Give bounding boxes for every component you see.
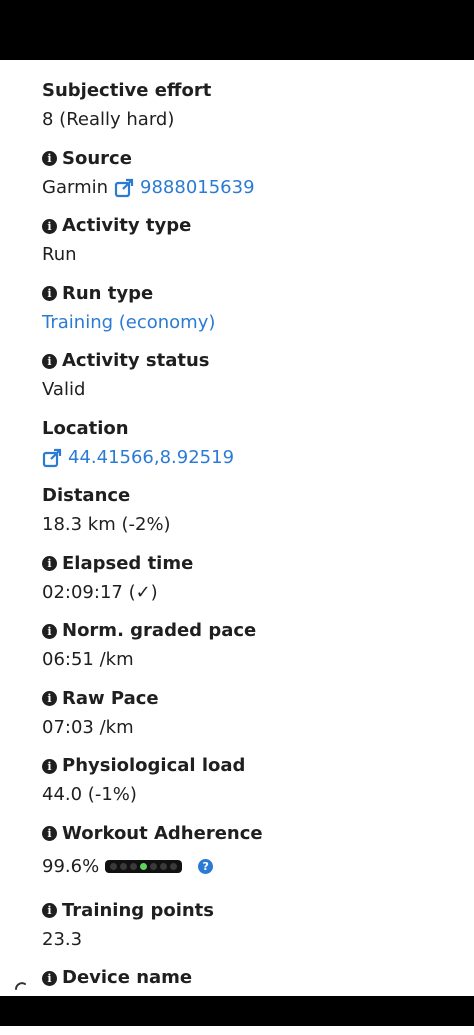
info-icon[interactable]: i — [42, 691, 57, 706]
field-label: Elapsed time — [62, 552, 194, 574]
field-label: Training points — [62, 899, 214, 921]
source-name: Garmin — [42, 176, 109, 198]
field-raw-pace: i Raw Pace 07:03 /km — [42, 688, 462, 756]
field-value: 06:51 /km — [42, 649, 134, 670]
field-norm-graded-pace: i Norm. graded pace 06:51 /km — [42, 620, 462, 688]
field-subjective-effort: Subjective effort 8 (Really hard) — [42, 80, 462, 148]
field-label: Norm. graded pace — [62, 620, 257, 641]
field-label: Run type — [62, 282, 154, 304]
indicator-dot — [110, 863, 118, 870]
field-value: Run — [42, 244, 77, 265]
field-value: 07:03 /km — [42, 716, 134, 738]
field-label: Subjective effort — [42, 80, 212, 101]
field-value: 44.0 (-1%) — [42, 784, 137, 805]
field-activity-type: i Activity type Run — [42, 215, 462, 283]
field-label: Raw Pace — [62, 687, 159, 709]
field-training-points: i Training points 23.3 — [42, 900, 462, 968]
run-type-link[interactable]: Training (economy) — [42, 311, 462, 335]
external-link-icon[interactable] — [114, 178, 134, 198]
info-icon[interactable]: i — [42, 151, 57, 166]
field-label: Physiological load — [62, 755, 246, 776]
indicator-dot — [150, 863, 158, 870]
activity-details: Subjective effort 8 (Really hard) i Sour… — [42, 80, 462, 1035]
field-label: Source — [62, 147, 132, 169]
field-label: Activity status — [62, 350, 210, 371]
info-icon[interactable]: i — [42, 826, 57, 841]
field-workout-adherence: i Workout Adherence 99.6% ? — [42, 823, 462, 900]
field-value: 8 (Really hard) — [42, 109, 175, 130]
field-run-type: i Run type Training (economy) — [42, 283, 462, 351]
adherence-indicator — [105, 860, 183, 873]
indicator-dot — [120, 863, 128, 870]
field-label: Device name — [62, 967, 193, 988]
field-value: 99.6% — [42, 855, 100, 877]
field-label: Activity type — [62, 215, 192, 236]
help-icon[interactable]: ? — [198, 859, 214, 874]
info-icon[interactable]: i — [42, 218, 57, 234]
field-label: Distance — [42, 485, 131, 506]
navigation-bar — [0, 996, 474, 1026]
field-label: Workout Adherence — [62, 822, 263, 844]
source-link[interactable]: 9888015639 — [140, 176, 255, 200]
info-icon[interactable]: i — [42, 903, 57, 918]
field-physiological-load: i Physiological load 44.0 (-1%) — [42, 755, 462, 823]
indicator-dot — [160, 863, 168, 870]
field-value: 18.3 km (-2%) — [42, 514, 171, 535]
info-icon[interactable]: i — [42, 353, 57, 369]
indicator-dot — [170, 863, 178, 870]
external-link-icon[interactable] — [42, 448, 62, 468]
info-icon[interactable]: i — [42, 758, 57, 774]
indicator-dot — [130, 863, 138, 870]
info-icon[interactable]: i — [42, 623, 57, 639]
field-source: i Source Garmin 9888015639 — [42, 148, 462, 216]
field-value: Valid — [42, 379, 86, 400]
info-icon[interactable]: i — [42, 556, 57, 571]
field-label: Location — [42, 417, 129, 439]
info-icon[interactable]: i — [42, 286, 57, 301]
field-distance: Distance 18.3 km (-2%) — [42, 485, 462, 553]
field-elapsed-time: i Elapsed time 02:09:17 (✓) — [42, 553, 462, 621]
field-value: 23.3 — [42, 928, 83, 950]
status-bar — [0, 0, 474, 60]
field-location: Location 44.41566,8.92519 — [42, 418, 462, 486]
location-link[interactable]: 44.41566,8.92519 — [68, 446, 234, 470]
info-icon[interactable]: i — [42, 970, 57, 986]
field-activity-status: i Activity status Valid — [42, 350, 462, 418]
loading-spinner-icon — [15, 982, 26, 990]
field-value: 02:09:17 (✓) — [42, 581, 158, 603]
indicator-dot-active — [140, 863, 148, 870]
